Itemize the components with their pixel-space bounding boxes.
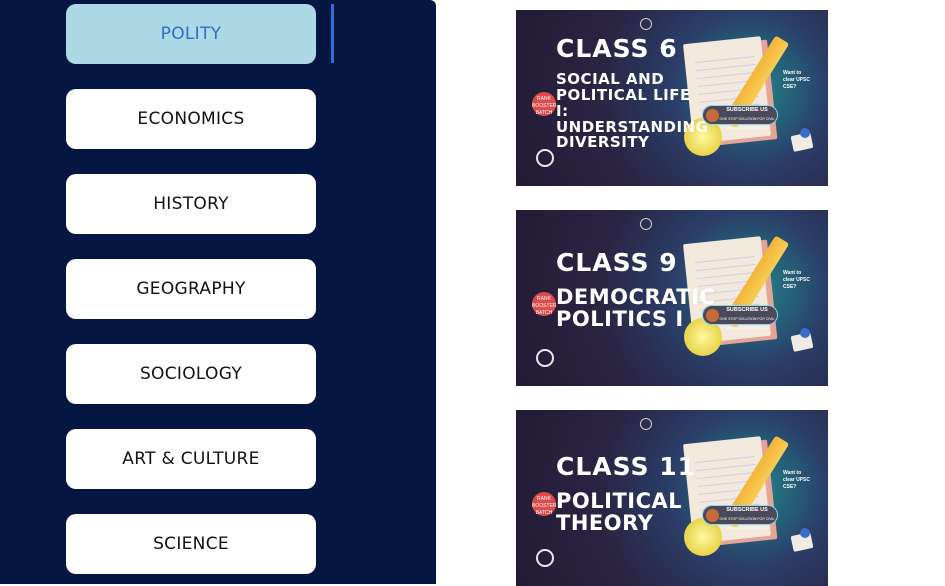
video-thumbnail-class-9[interactable]: CLASS 9 DEMOCRATIC POLITICS I RANK BOOST…	[516, 210, 828, 386]
class-label: CLASS 9	[556, 248, 678, 277]
subscribe-pill: SUBSCRIBE US ONE STOP SOLUTION FOR CIVIL…	[702, 105, 778, 130]
subscribe-text: SUBSCRIBE US	[726, 507, 768, 513]
avatar	[706, 509, 719, 522]
subject-button-science[interactable]: SCIENCE	[66, 514, 316, 574]
subject-button-economics[interactable]: ECONOMICS	[66, 89, 316, 149]
ring-icon	[536, 549, 554, 567]
ring-icon	[640, 18, 652, 30]
active-indicator	[331, 4, 334, 63]
subject-sidebar: POLITY ECONOMICS HISTORY GEOGRAPHY SOCIO…	[0, 0, 436, 584]
ring-icon	[640, 418, 652, 430]
ring-icon	[536, 149, 554, 167]
thumbnail-title: CLASS 6 SOCIAL AND POLITICAL LIFE I: UND…	[556, 34, 708, 152]
ring-icon	[536, 349, 554, 367]
class-label: CLASS 11	[556, 452, 697, 481]
batch-badge: RANK BOOSTER BATCH	[532, 92, 556, 116]
subscribe-text: SUBSCRIBE US	[726, 107, 768, 113]
subject-button-geography[interactable]: GEOGRAPHY	[66, 259, 316, 319]
video-thumbnail-class-11[interactable]: CLASS 11 POLITICAL THEORY RANK BOOSTER B…	[516, 410, 828, 586]
title-line: THEORY	[556, 511, 654, 536]
side-note: Want to clear UPSC CSE?	[783, 70, 810, 90]
thumbnail-title: CLASS 9 DEMOCRATIC POLITICS I	[556, 248, 716, 332]
batch-badge: RANK BOOSTER BATCH	[532, 492, 556, 516]
thumbnail-title: CLASS 11 POLITICAL THEORY	[556, 452, 697, 536]
subject-button-polity[interactable]: POLITY	[66, 4, 316, 64]
subject-button-history[interactable]: HISTORY	[66, 174, 316, 234]
globe-icon	[800, 528, 810, 538]
globe-icon	[800, 328, 810, 338]
subject-button-art-culture[interactable]: ART & CULTURE	[66, 429, 316, 489]
subscribe-subtext: ONE STOP SOLUTION FOR CIVIL SERVICES PRE…	[719, 517, 775, 530]
video-thumbnail-class-6[interactable]: CLASS 6 SOCIAL AND POLITICAL LIFE I: UND…	[516, 10, 828, 186]
side-note: Want to clear UPSC CSE?	[783, 470, 810, 490]
subscribe-subtext: ONE STOP SOLUTION FOR CIVIL SERVICES PRE…	[719, 317, 775, 330]
title-line: DEMOCRATIC	[556, 285, 716, 310]
avatar	[706, 309, 719, 322]
subscribe-pill: SUBSCRIBE US ONE STOP SOLUTION FOR CIVIL…	[702, 305, 778, 330]
globe-icon	[800, 128, 810, 138]
ring-icon	[640, 218, 652, 230]
title-line: POLITICAL	[556, 489, 683, 514]
subscribe-text: SUBSCRIBE US	[726, 307, 768, 313]
title-line: POLITICS I	[556, 307, 684, 332]
title-line: POLITICAL LIFE I:	[556, 86, 691, 120]
batch-badge: RANK BOOSTER BATCH	[532, 292, 556, 316]
subscribe-pill: SUBSCRIBE US ONE STOP SOLUTION FOR CIVIL…	[702, 505, 778, 530]
class-label: CLASS 6	[556, 34, 678, 63]
side-note: Want to clear UPSC CSE?	[783, 270, 810, 290]
title-line: DIVERSITY	[556, 133, 650, 152]
subject-button-sociology[interactable]: SOCIOLOGY	[66, 344, 316, 404]
avatar	[706, 109, 719, 122]
subscribe-subtext: ONE STOP SOLUTION FOR CIVIL SERVICES PRE…	[719, 117, 775, 130]
